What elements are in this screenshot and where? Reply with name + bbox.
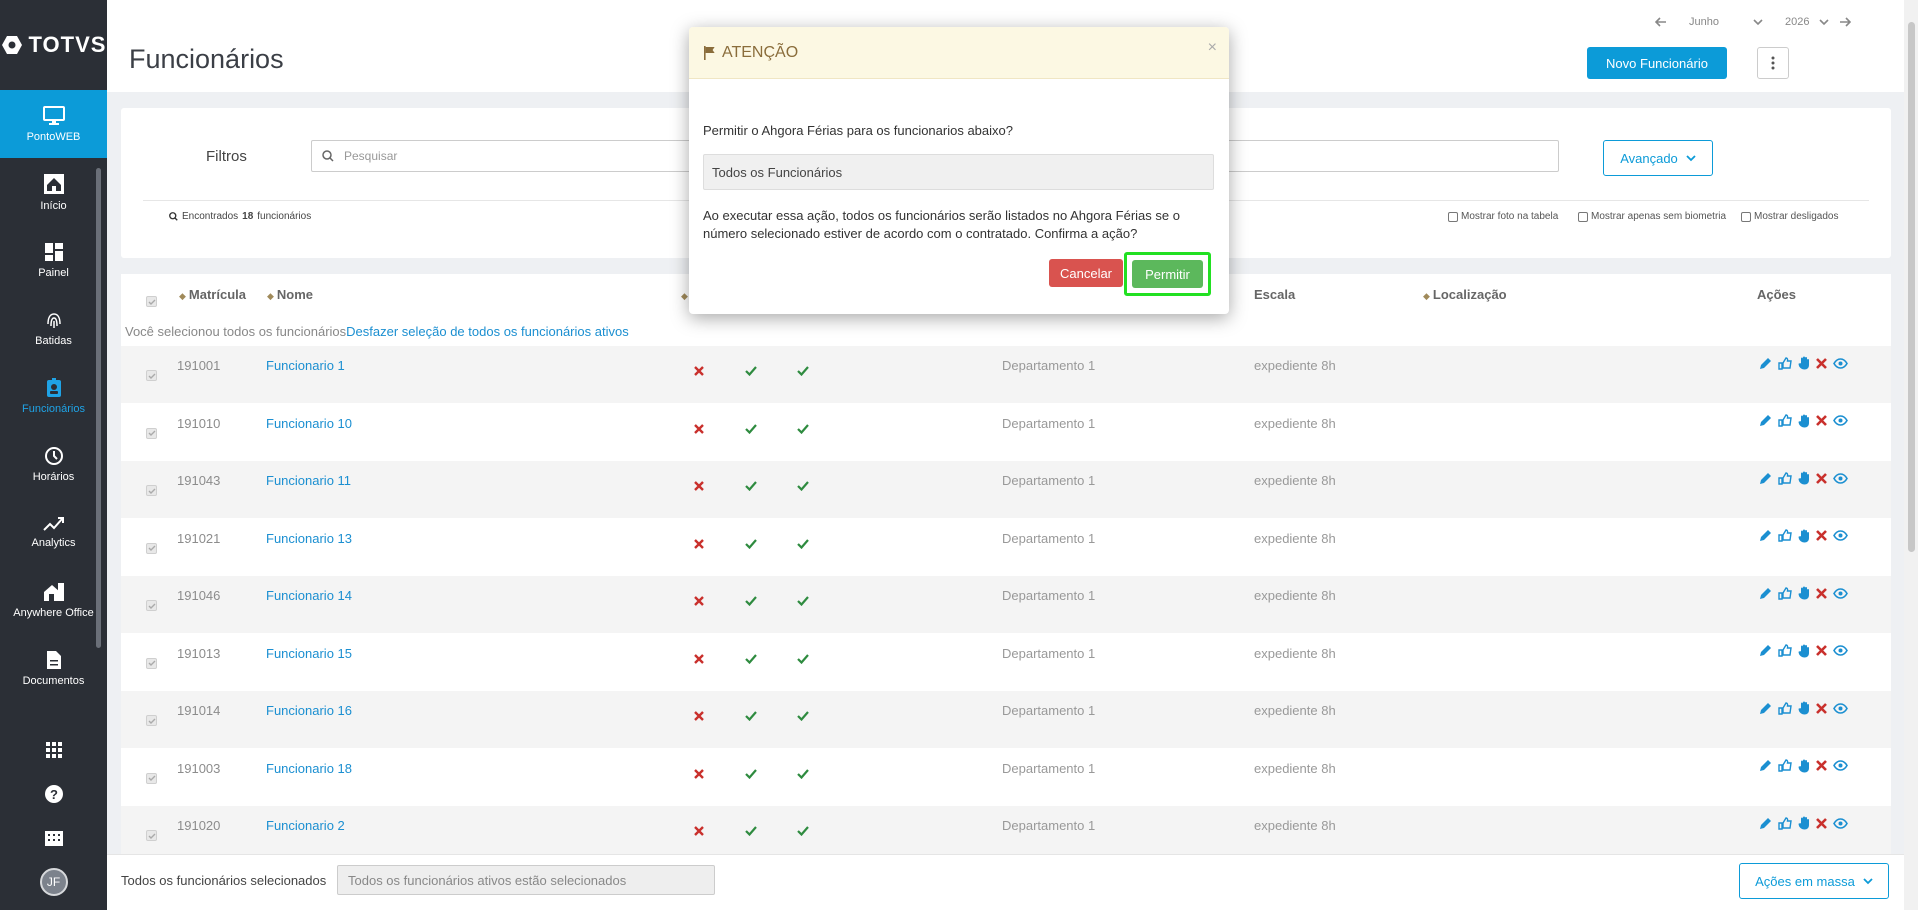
flag-icon <box>704 45 715 60</box>
dialog-header: ATENÇÃO <box>689 27 1229 79</box>
cancel-button[interactable]: Cancelar <box>1049 259 1123 287</box>
confirm-dialog: ATENÇÃO × Permitir o Ahgora Férias para … <box>689 27 1229 314</box>
permit-highlight: Permitir <box>1124 252 1211 296</box>
dialog-question: Permitir o Ahgora Férias para os funcion… <box>703 123 1013 138</box>
dialog-title: ATENÇÃO <box>722 43 799 61</box>
dialog-message: Ao executar essa ação, todos os funcioná… <box>703 208 1180 241</box>
dialog-target-field: Todos os Funcionários <box>703 154 1214 190</box>
permit-button[interactable]: Permitir <box>1132 260 1203 288</box>
close-icon[interactable]: × <box>1208 39 1217 57</box>
